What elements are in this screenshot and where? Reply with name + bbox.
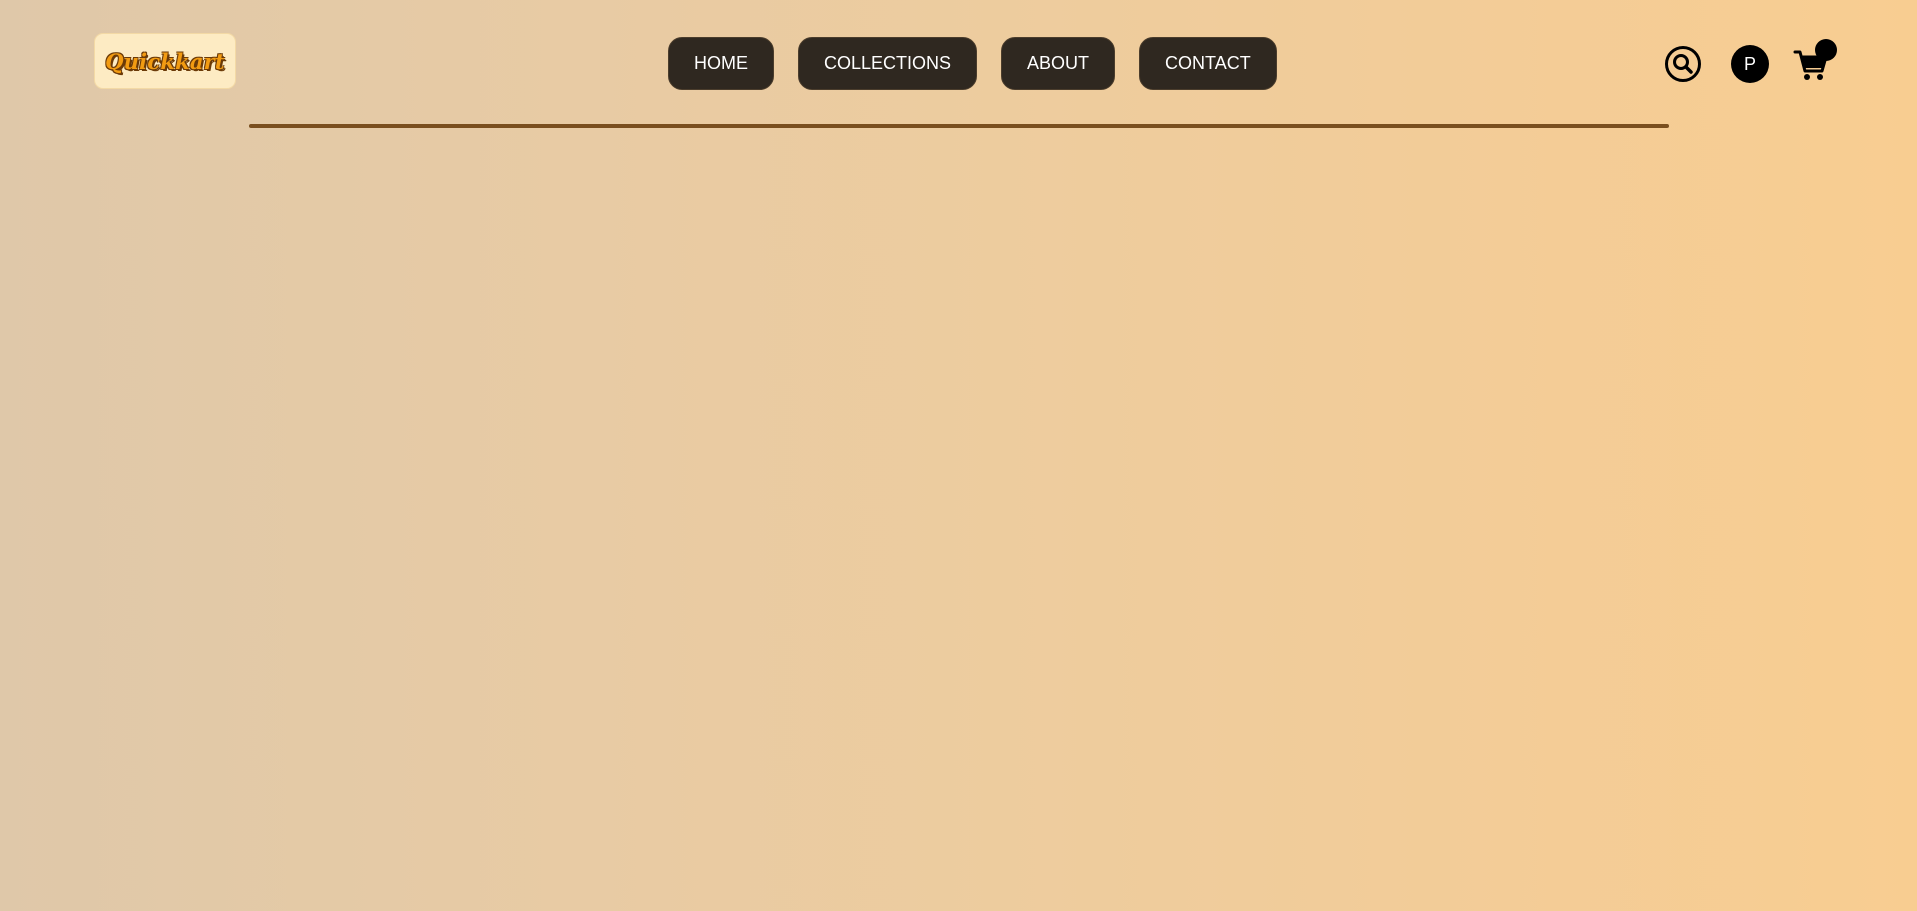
search-icon[interactable] [1664,45,1702,83]
cart-count-badge [1815,39,1837,61]
profile-initial: P [1743,53,1756,74]
main-nav: HOME COLLECTIONS ABOUT CONTACT [668,37,1277,90]
header-divider [249,124,1669,128]
nav-about-button[interactable]: ABOUT [1001,37,1116,90]
nav-collections-button[interactable]: COLLECTIONS [798,37,978,90]
nav-contact-button[interactable]: CONTACT [1139,37,1277,90]
profile-avatar[interactable]: P [1731,45,1769,83]
brand-logo[interactable]: Quickkart [94,33,236,89]
brand-logo-text: Quickkart [105,48,225,74]
site-header: Quickkart HOME COLLECTIONS ABOUT CONTACT… [0,0,1917,130]
nav-home-button[interactable]: HOME [668,37,774,90]
